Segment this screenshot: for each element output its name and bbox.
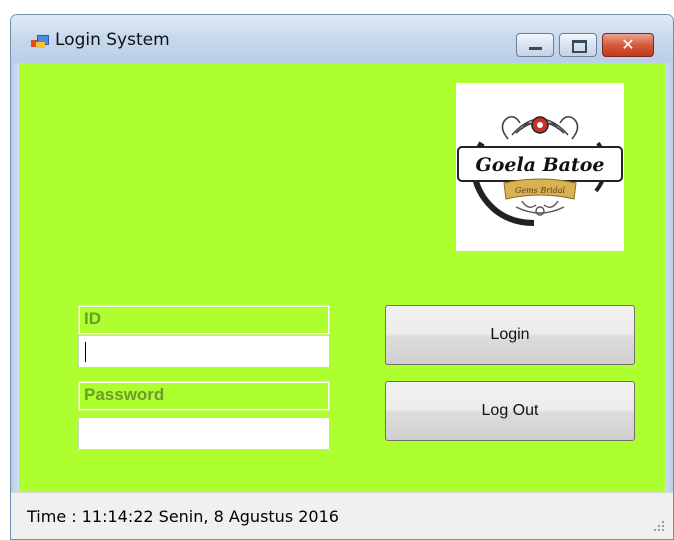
- brand-logo: Goela Batoe Gems Bridal: [456, 83, 624, 251]
- logout-button[interactable]: Log Out: [385, 381, 635, 441]
- id-label: ID: [84, 309, 101, 328]
- window-title: Login System: [55, 30, 170, 50]
- status-time-text: Time : 11:14:22 Senin, 8 Agustus 2016: [27, 507, 339, 526]
- id-input[interactable]: [78, 335, 330, 368]
- close-button[interactable]: ✕: [602, 33, 654, 57]
- logo-image: Goela Batoe Gems Bridal: [457, 115, 623, 226]
- password-label-box: Password: [78, 381, 330, 411]
- maximize-button[interactable]: [559, 33, 597, 57]
- password-label: Password: [84, 385, 165, 404]
- svg-text:Gems Bridal: Gems Bridal: [515, 186, 566, 195]
- form-area: Goela Batoe Gems Bridal ID Password Logi…: [19, 63, 665, 492]
- resize-grip-icon[interactable]: [653, 521, 665, 533]
- text-caret: [85, 342, 86, 362]
- login-window: Login System ✕ Goela Batoe Gems Bridal I…: [10, 14, 674, 540]
- close-icon: ✕: [621, 35, 635, 54]
- id-label-box: ID: [78, 305, 330, 335]
- login-button[interactable]: Login: [385, 305, 635, 365]
- password-input[interactable]: [78, 417, 330, 450]
- svg-text:Goela Batoe: Goela Batoe: [475, 154, 604, 176]
- app-icon[interactable]: [31, 35, 49, 49]
- minimize-button[interactable]: [516, 33, 554, 57]
- title-bar[interactable]: Login System ✕: [11, 15, 673, 63]
- window-border-left: [11, 63, 19, 492]
- maximize-icon: [572, 40, 587, 53]
- status-bar: Time : 11:14:22 Senin, 8 Agustus 2016: [11, 492, 673, 539]
- minimize-icon: [529, 47, 542, 50]
